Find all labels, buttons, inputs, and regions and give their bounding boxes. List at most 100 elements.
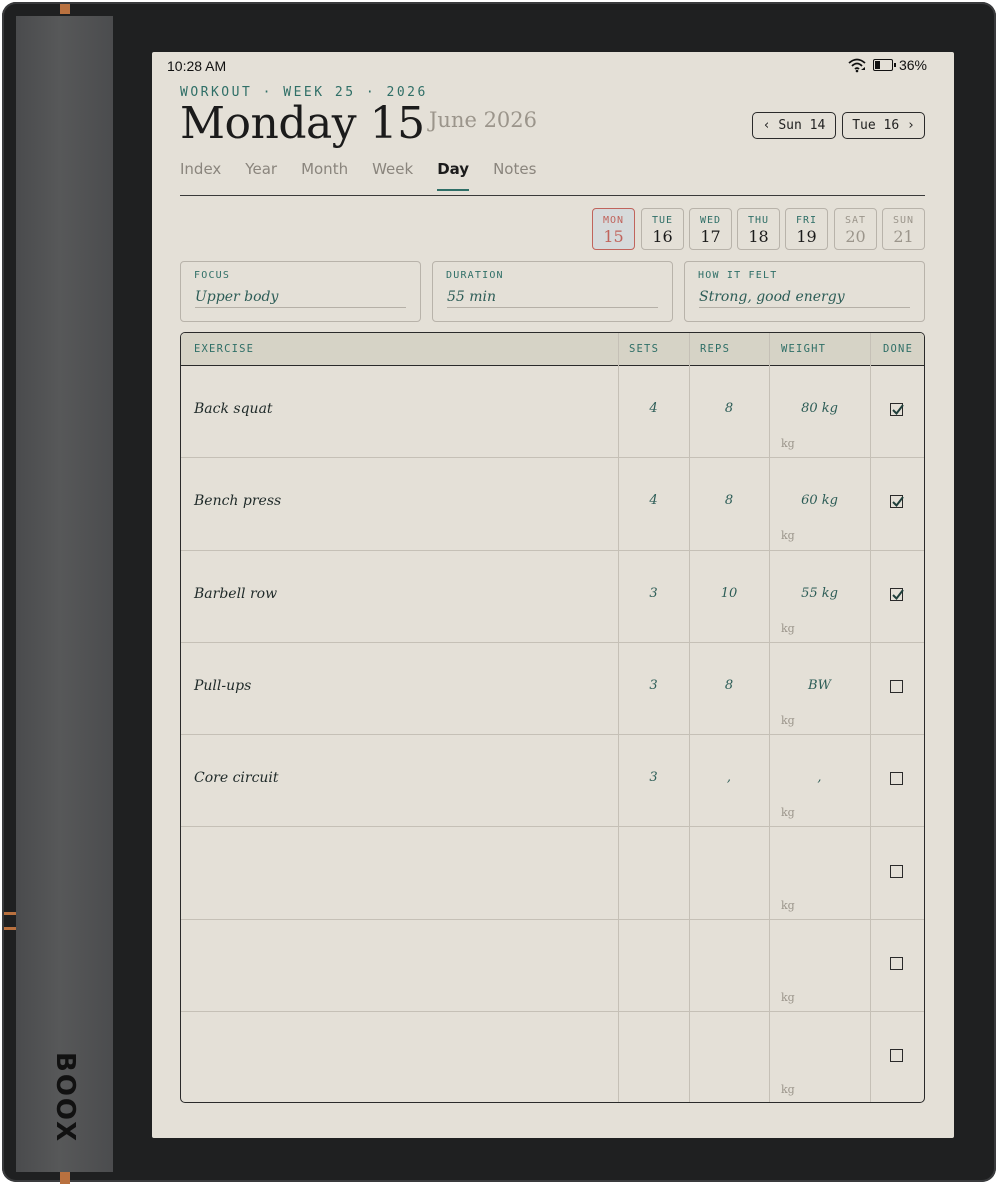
battery-percent: 36% (898, 57, 927, 73)
duration-value[interactable]: 55 min (447, 289, 658, 308)
focus-value[interactable]: Upper body (195, 289, 406, 308)
exercise-name[interactable]: Back squat (194, 401, 273, 417)
duration-card[interactable]: DURATION 55 min (432, 261, 673, 322)
done-checkbox[interactable] (890, 956, 903, 970)
screen: 10:28 AM 36% WORKOUT · WEEK 25 · 2026 Mo… (152, 52, 954, 1138)
weight-unit: kg (781, 621, 795, 635)
table-row[interactable]: Barbell row 3 10 55 kg kg (181, 550, 924, 643)
felt-label: HOW IT FELT (698, 270, 778, 281)
done-checkbox[interactable] (890, 864, 903, 878)
sets-value[interactable]: 4 (618, 401, 689, 416)
tab-index[interactable]: Index (180, 160, 221, 190)
view-tabs: Index Year Month Week Day Notes (180, 160, 560, 191)
day-date: 19 (796, 227, 817, 246)
weight-unit: kg (781, 1083, 795, 1097)
status-bar: 36% (847, 57, 927, 73)
done-checkbox[interactable] (890, 495, 904, 509)
header-done: DONE (883, 343, 914, 355)
check-icon (892, 496, 904, 508)
day-date: 21 (893, 227, 914, 246)
felt-value[interactable]: Strong, good energy (699, 289, 910, 308)
header-exercise: EXERCISE (194, 343, 255, 355)
week-day-wed[interactable]: WED 17 (689, 208, 732, 250)
exercise-name[interactable]: Barbell row (194, 586, 277, 602)
day-name: THU (747, 215, 770, 226)
weight-value[interactable]: 60 kg (769, 493, 870, 508)
table-row[interactable]: Back squat 4 8 80 kg kg (181, 365, 924, 459)
accent-stripe (4, 927, 16, 930)
week-day-thu[interactable]: THU 18 (737, 208, 780, 250)
weight-unit: kg (781, 898, 795, 912)
ereader-device: BOOX 10:28 AM 36% WORKOUT · WEEK 25 · 20… (2, 2, 996, 1184)
weight-unit: kg (781, 990, 795, 1004)
wifi-icon (848, 58, 866, 73)
day-date: 15 (603, 227, 624, 246)
day-name: SAT (844, 215, 867, 226)
sets-value[interactable]: 3 (618, 678, 689, 693)
weight-value[interactable]: , (769, 770, 870, 785)
tab-year[interactable]: Year (245, 160, 277, 190)
exercise-name[interactable]: Bench press (194, 493, 281, 509)
day-name: MON (602, 215, 625, 226)
done-checkbox[interactable] (890, 1049, 903, 1063)
weight-value[interactable]: 80 kg (769, 401, 870, 416)
day-name: WED (699, 215, 722, 226)
felt-card[interactable]: HOW IT FELT Strong, good energy (684, 261, 925, 322)
exercise-name[interactable]: Pull-ups (194, 678, 251, 694)
reps-value[interactable]: 8 (689, 401, 769, 416)
tab-notes[interactable]: Notes (493, 160, 536, 190)
focus-card[interactable]: FOCUS Upper body (180, 261, 421, 322)
duration-label: DURATION (446, 270, 504, 281)
next-day-button[interactable]: Tue 16 › (842, 112, 925, 139)
sets-value[interactable]: 3 (618, 586, 689, 601)
accent-stripe (60, 1172, 70, 1184)
device-spine (16, 16, 113, 1172)
reps-value[interactable]: , (689, 770, 769, 785)
reps-value[interactable]: 10 (689, 586, 769, 601)
day-name: FRI (795, 215, 818, 226)
weight-value[interactable]: 55 kg (769, 586, 870, 601)
weight-value[interactable]: BW (769, 678, 870, 693)
day-name: TUE (651, 215, 674, 226)
sets-value[interactable]: 3 (618, 770, 689, 785)
weight-unit: kg (781, 529, 795, 543)
weight-unit: kg (781, 437, 795, 450)
reps-value[interactable]: 8 (689, 493, 769, 508)
done-checkbox[interactable] (890, 679, 903, 693)
tabs-divider (180, 195, 925, 196)
day-date: 17 (700, 227, 721, 246)
done-checkbox[interactable] (890, 403, 904, 416)
table-row[interactable]: Pull-ups 3 8 BW kg (181, 642, 924, 736)
page-title: Monday 15 (180, 98, 425, 149)
header-sets: SETS (629, 343, 660, 355)
table-row[interactable]: Core circuit 3,, kg (181, 734, 924, 828)
tab-week[interactable]: Week (372, 160, 413, 190)
tab-day[interactable]: Day (437, 160, 469, 191)
week-day-sun[interactable]: SUN 21 (882, 208, 925, 250)
table-row[interactable]: kg (181, 827, 924, 920)
table-row[interactable]: kg (181, 919, 924, 1013)
table-row[interactable]: Bench press 4 8 60 kg kg (181, 457, 924, 551)
week-day-tue[interactable]: TUE 16 (641, 208, 684, 250)
header-reps: REPS (700, 343, 731, 355)
tab-month[interactable]: Month (301, 160, 348, 190)
week-day-mon[interactable]: MON 15 (592, 208, 635, 250)
done-checkbox[interactable] (890, 587, 904, 601)
day-name: SUN (892, 215, 915, 226)
exercise-name[interactable]: Core circuit (194, 770, 279, 786)
check-icon (892, 404, 904, 416)
exercise-table: EXERCISE SETS REPS WEIGHT DONE Back squa… (180, 332, 925, 1103)
reps-value[interactable]: 8 (689, 678, 769, 693)
table-header: EXERCISE SETS REPS WEIGHT DONE (181, 333, 924, 366)
table-row[interactable]: kg (181, 1011, 924, 1102)
weight-unit: kg (781, 713, 795, 727)
week-day-sat[interactable]: SAT 20 (834, 208, 877, 250)
prev-day-button[interactable]: ‹ Sun 14 (752, 112, 836, 139)
day-date: 20 (845, 227, 866, 246)
status-time: 10:28 AM (167, 58, 227, 74)
sets-value[interactable]: 4 (618, 493, 689, 508)
done-checkbox[interactable] (890, 772, 903, 786)
day-date: 18 (748, 227, 769, 246)
week-day-fri[interactable]: FRI 19 (785, 208, 828, 250)
header-weight: WEIGHT (781, 343, 827, 355)
